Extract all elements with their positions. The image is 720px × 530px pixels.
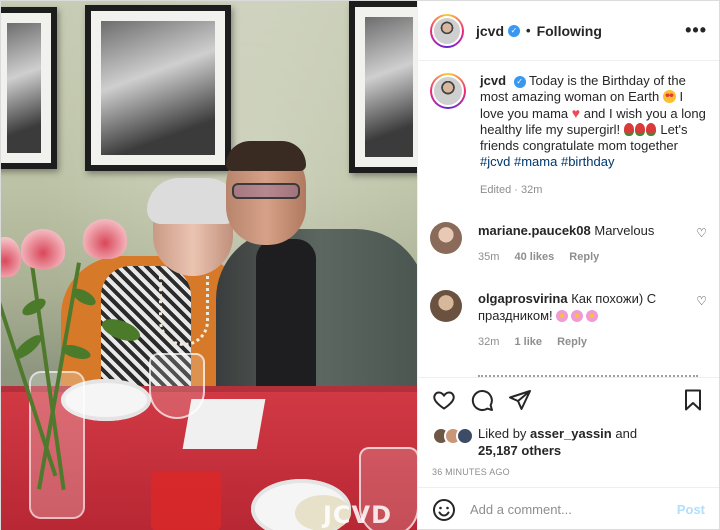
- following-button[interactable]: Following: [537, 23, 602, 39]
- likes-conjunction: and: [615, 426, 638, 441]
- comment-time: 35m: [478, 251, 500, 263]
- caption-text: jcvd ✓ Today is the Birthday of the most…: [480, 73, 707, 198]
- likes-text: Liked by asser_yassin and 25,187 others: [478, 425, 637, 459]
- avatar[interactable]: [430, 222, 462, 254]
- caption-meta: Edited · 32m: [480, 184, 543, 196]
- tulip-emoji-icon: [623, 122, 657, 137]
- post-header: jcvd ✓ • Following •••: [418, 1, 719, 61]
- verified-badge-icon: ✓: [513, 75, 526, 88]
- emoji-icon[interactable]: [432, 498, 456, 522]
- comment-likes[interactable]: 40 likes: [514, 251, 554, 263]
- hashtag-mama[interactable]: #mama: [514, 154, 557, 169]
- reply-button[interactable]: Reply: [569, 251, 599, 263]
- header-separator: •: [526, 23, 531, 38]
- header-username[interactable]: jcvd: [476, 23, 504, 39]
- wall-frame-center: [85, 5, 231, 171]
- caption-text-1: Today is the Birthday of the most amazin…: [480, 73, 686, 104]
- comment-item: mariane.paucek08 Marvelous 35m 40 likes …: [430, 222, 707, 266]
- comment-time: 32m: [478, 336, 500, 348]
- bookmark-icon[interactable]: [681, 388, 705, 412]
- comment-icon[interactable]: [470, 388, 494, 412]
- comment-likes[interactable]: 1 like: [514, 336, 542, 348]
- reply-button[interactable]: Reply: [557, 336, 587, 348]
- comment-username[interactable]: mariane.paucek08: [478, 223, 591, 238]
- man-figure: [216, 141, 417, 409]
- avatar[interactable]: [430, 73, 466, 109]
- photo-watermark: JCVD: [323, 501, 393, 529]
- post-timestamp[interactable]: 36 MINUTES AGO: [418, 459, 719, 487]
- more-icon[interactable]: •••: [685, 20, 707, 41]
- comment-heart-icon[interactable]: ♡: [696, 226, 707, 240]
- blossom-emoji-icon: [556, 308, 601, 323]
- candle-holder: [151, 471, 221, 530]
- likes-summary: Liked by asser_yassin and 25,187 others: [418, 421, 719, 459]
- post-caption: jcvd ✓ Today is the Birthday of the most…: [430, 73, 707, 198]
- red-heart-emoji-icon: ♥: [571, 105, 581, 121]
- comment-text: Marvelous: [594, 223, 655, 238]
- caption-username[interactable]: jcvd: [480, 73, 506, 88]
- add-comment-bar: Post: [418, 487, 719, 530]
- likes-others[interactable]: 25,187 others: [478, 443, 561, 458]
- verified-badge-icon: ✓: [508, 24, 521, 37]
- wall-frame-left: [1, 7, 57, 169]
- avatar[interactable]: [456, 427, 474, 445]
- heart-eyes-emoji-icon: [662, 90, 676, 103]
- comments-list[interactable]: jcvd ✓ Today is the Birthday of the most…: [418, 61, 719, 377]
- comment-input[interactable]: [470, 502, 677, 517]
- hashtag-birthday[interactable]: #birthday: [561, 154, 614, 169]
- post-comment-button[interactable]: Post: [677, 502, 705, 517]
- share-icon[interactable]: [508, 388, 532, 412]
- comment-meta: 32m 1 like Reply: [478, 334, 688, 351]
- comment-meta: 35m 40 likes Reply: [478, 249, 688, 266]
- action-bar: [418, 377, 719, 421]
- wine-glass: [149, 353, 205, 419]
- liker-username[interactable]: asser_yassin: [530, 426, 612, 441]
- rose: [83, 219, 127, 259]
- instagram-post: JCVD jcvd ✓ • Following ••• jcvd ✓ Today…: [0, 0, 720, 530]
- avatar[interactable]: [430, 13, 464, 48]
- likes-prefix: Liked by: [478, 426, 527, 441]
- heart-icon[interactable]: [432, 388, 456, 412]
- post-side-panel: jcvd ✓ • Following ••• jcvd ✓ Today is t…: [417, 1, 719, 530]
- rose: [21, 229, 65, 269]
- avatar[interactable]: [430, 290, 462, 322]
- liker-avatars: [432, 427, 474, 445]
- comment-heart-icon[interactable]: ♡: [696, 294, 707, 308]
- post-photo[interactable]: JCVD: [1, 1, 417, 530]
- partially-visible-comment: [478, 375, 698, 377]
- comment-item: olgaprosvirina Как похожи) С праздником!…: [430, 290, 707, 351]
- hashtag-jcvd[interactable]: #jcvd: [480, 154, 510, 169]
- comment-username[interactable]: olgaprosvirina: [478, 291, 568, 306]
